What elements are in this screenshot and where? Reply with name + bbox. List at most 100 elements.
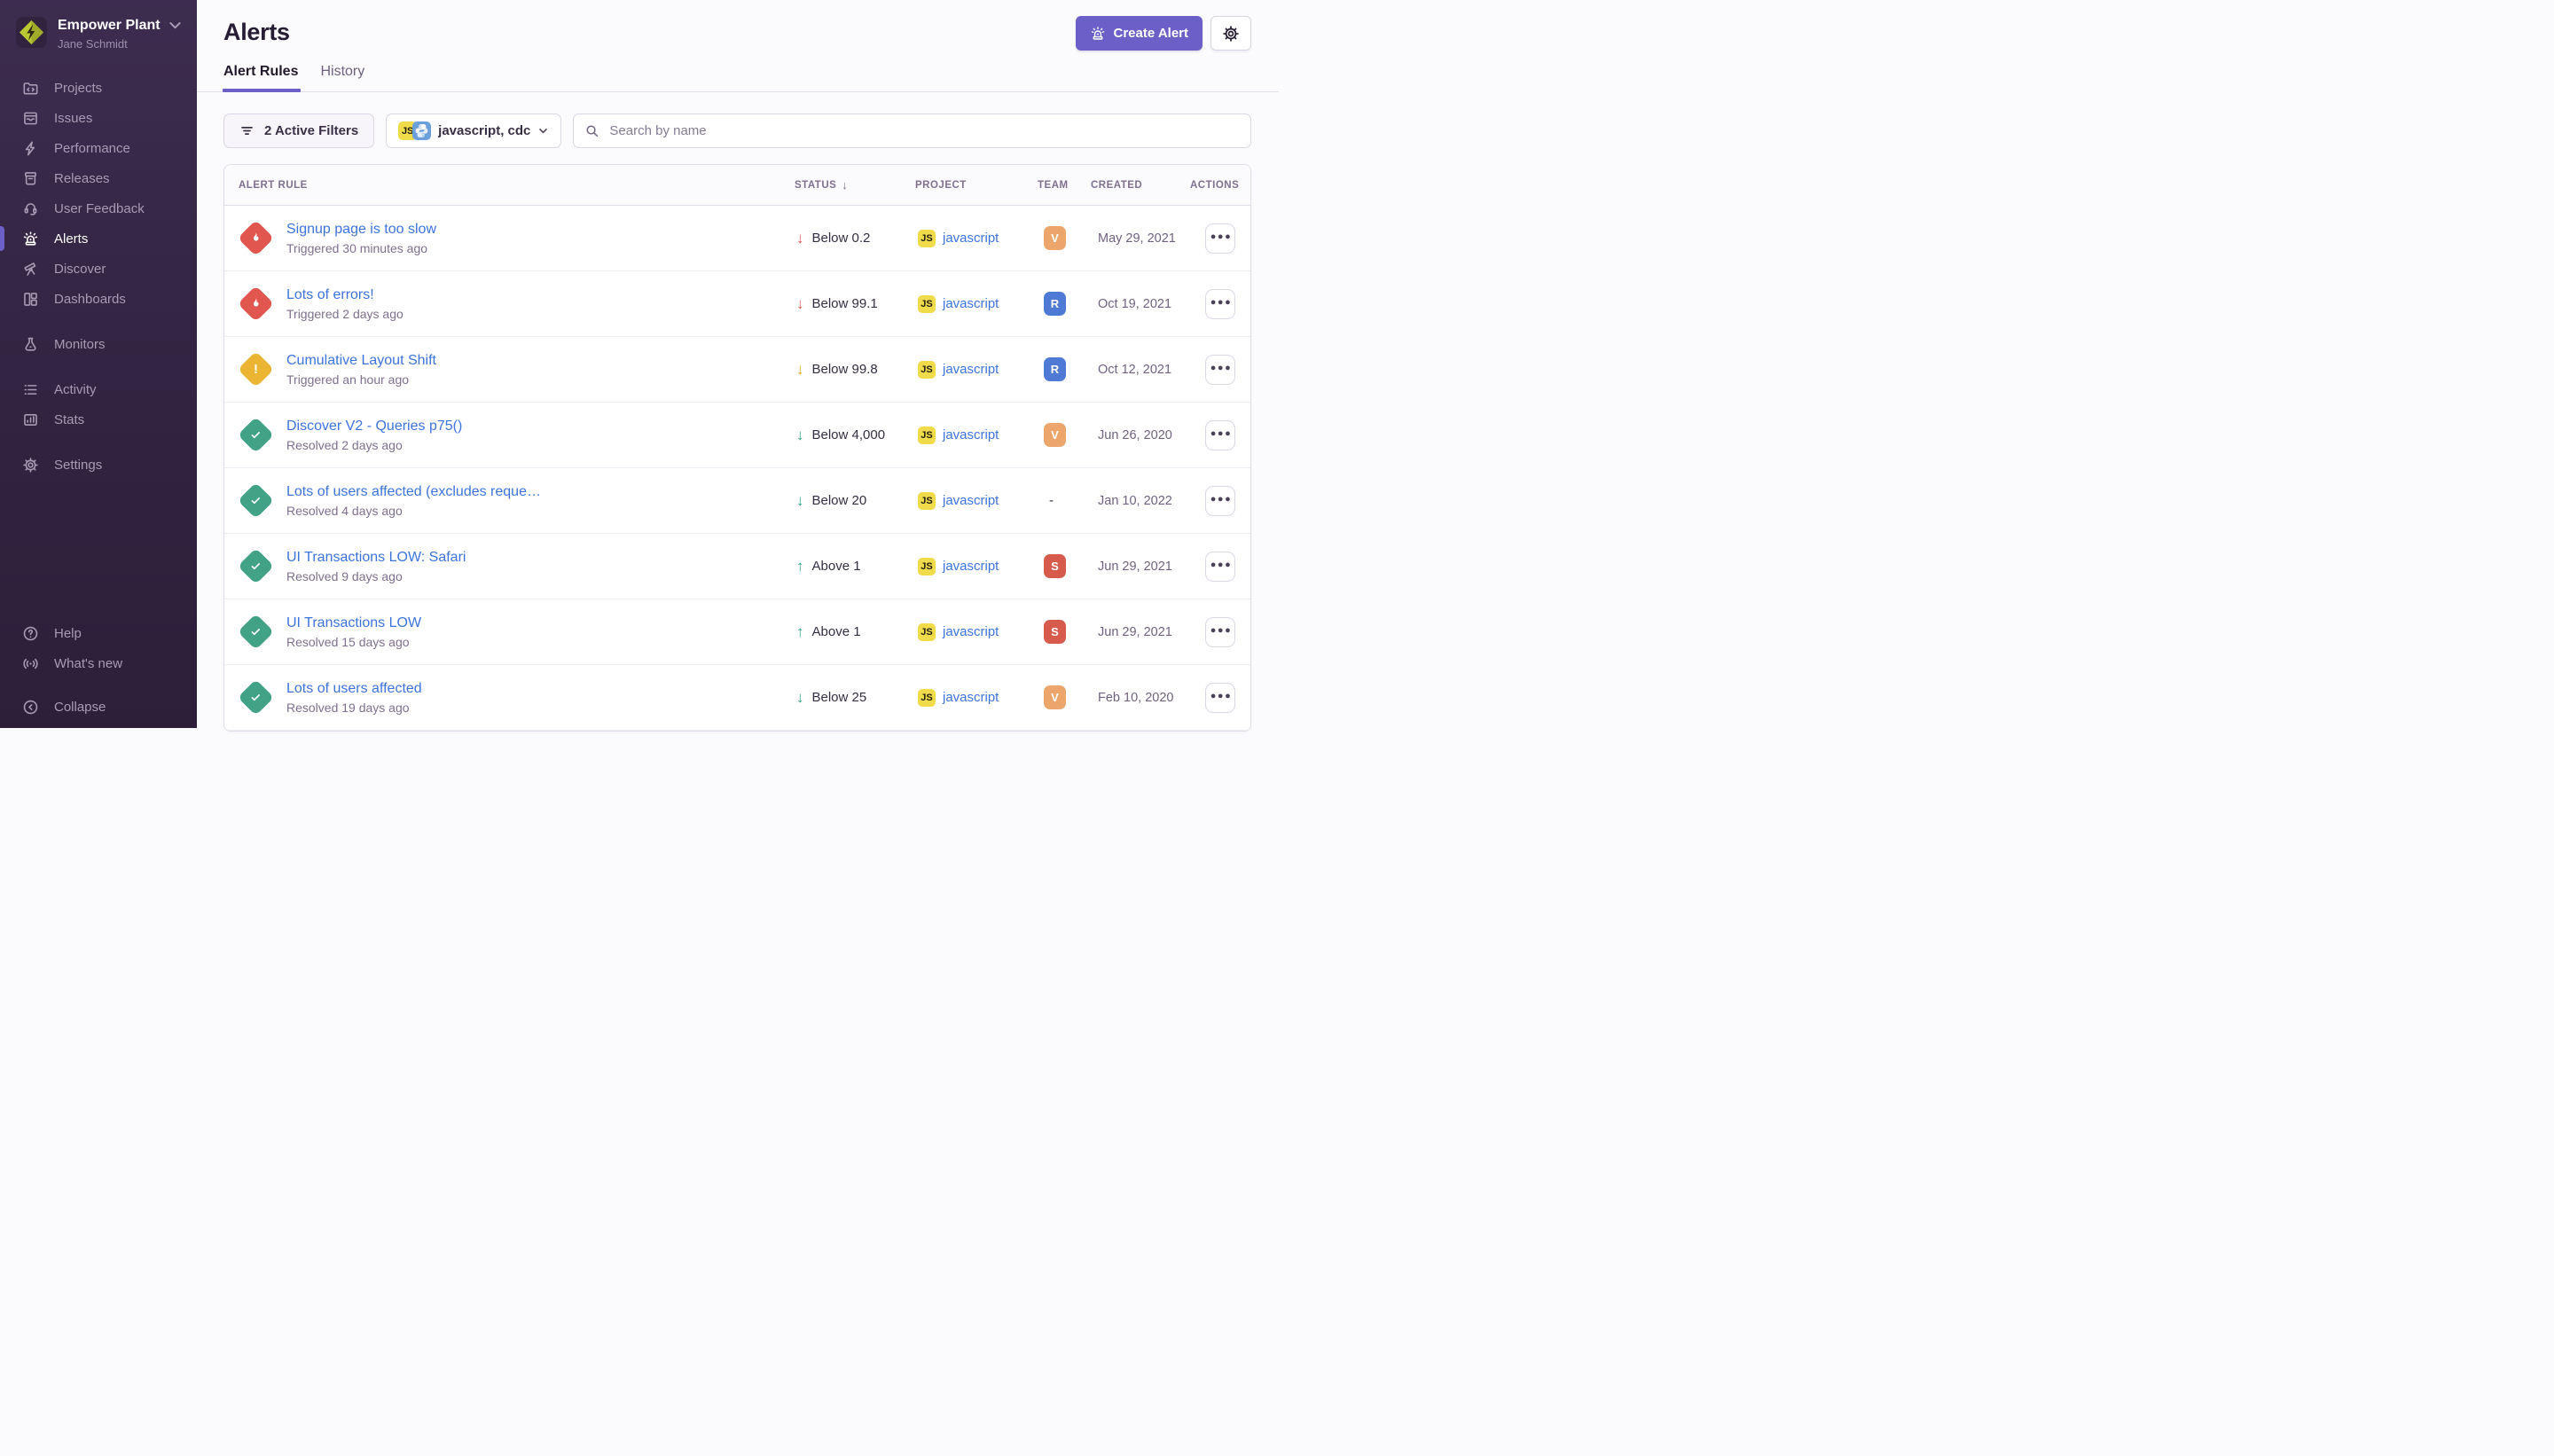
dashboards-icon [22, 291, 39, 308]
sidebar-item-performance[interactable]: Performance [0, 133, 197, 163]
alert-rule-link[interactable]: Lots of errors! [286, 287, 403, 303]
activity-icon [22, 381, 39, 398]
tabs: Alert Rules History [197, 64, 1279, 92]
sidebar-item-stats[interactable]: Stats [0, 404, 197, 434]
row-actions-button[interactable]: ●●● [1205, 486, 1235, 516]
created-cell: Feb 10, 2020 [1091, 691, 1190, 705]
sidebar-item-projects[interactable]: Projects [0, 73, 197, 103]
sidebar-item-collapse[interactable]: Collapse [0, 692, 197, 722]
status-threshold: Above 1 [812, 624, 861, 639]
row-actions-button[interactable]: ●●● [1205, 552, 1235, 582]
row-actions-button[interactable]: ●●● [1205, 420, 1235, 450]
status-threshold: Below 99.8 [812, 362, 878, 377]
alert-rule-text: Signup page is too slowTriggered 30 minu… [286, 222, 436, 255]
team-cell: S [1038, 554, 1091, 578]
project-cell: JSjavascript [915, 230, 1038, 247]
alert-rule-link[interactable]: Lots of users affected (excludes reque… [286, 484, 541, 500]
alert-rule-subtitle: Resolved 19 days ago [286, 701, 422, 715]
alert-rule-link[interactable]: UI Transactions LOW [286, 615, 421, 631]
project-filter-button[interactable]: JS javascript, cdc [386, 114, 561, 148]
alerts-settings-button[interactable] [1210, 16, 1251, 51]
sidebar-item-issues[interactable]: Issues [0, 103, 197, 133]
sidebar-item-alerts[interactable]: Alerts [0, 223, 197, 254]
javascript-logo-icon: JS [918, 361, 936, 379]
table-row: Lots of users affected Resolved 19 days a… [224, 665, 1250, 731]
team-cell: V [1038, 226, 1091, 250]
sidebar-item-whats-new[interactable]: What's new [0, 648, 197, 678]
alert-rule-cell: UI Transactions LOW: Safari Resolved 9 da… [224, 548, 795, 584]
javascript-logo-icon: JS [918, 558, 936, 575]
status-cell: ↑Above 1 [795, 624, 915, 639]
project-cell: JSjavascript [915, 492, 1038, 510]
alert-rule-cell: Lots of errors! Triggered 2 days ago [224, 286, 795, 322]
alert-rule-link[interactable]: Lots of users affected [286, 681, 422, 697]
alert-rule-link[interactable]: UI Transactions LOW: Safari [286, 550, 466, 566]
sidebar-item-releases[interactable]: Releases [0, 163, 197, 193]
sidebar-item-help[interactable]: Help [0, 618, 197, 648]
project-link[interactable]: javascript [943, 690, 999, 705]
alert-rule-subtitle: Triggered 2 days ago [286, 307, 403, 321]
project-link[interactable]: javascript [943, 624, 999, 639]
page-header: Alerts Create Alert [223, 0, 1251, 51]
alert-rule-link[interactable]: Discover V2 - Queries p75() [286, 419, 462, 434]
row-actions-button[interactable]: ●●● [1205, 355, 1235, 385]
sidebar-item-discover[interactable]: Discover [0, 254, 197, 284]
sidebar-item-label: Help [54, 626, 82, 641]
created-date: May 29, 2021 [1098, 231, 1176, 246]
sidebar-item-settings[interactable]: Settings [0, 450, 197, 480]
org-user: Jane Schmidt [58, 37, 184, 51]
sidebar-item-label: Monitors [54, 337, 106, 352]
sidebar-item-dashboards[interactable]: Dashboards [0, 284, 197, 314]
create-alert-button[interactable]: Create Alert [1076, 16, 1203, 51]
sidebar-item-activity[interactable]: Activity [0, 374, 197, 404]
alert-rule-cell: UI Transactions LOWResolved 15 days ago [224, 614, 795, 650]
row-actions-button[interactable]: ●●● [1205, 617, 1235, 647]
sidebar-item-label: What's new [54, 656, 122, 671]
status-cell: ↓Below 4,000 [795, 427, 915, 442]
sidebar-section: Settings [0, 450, 197, 480]
sidebar-item-monitors[interactable]: Monitors [0, 329, 197, 359]
table-header-row: Alert Rule Status↓ Project Team Created … [224, 165, 1250, 206]
search-input[interactable] [607, 122, 1240, 139]
actions-cell: ●●● [1190, 223, 1250, 254]
team-cell: R [1038, 292, 1091, 316]
created-date: Jun 29, 2021 [1098, 560, 1172, 574]
team-empty: - [1049, 493, 1054, 508]
filter-icon [239, 123, 255, 138]
warning-icon: ! [238, 351, 274, 387]
project-link[interactable]: javascript [943, 362, 999, 377]
sidebar-item-label: Activity [54, 382, 97, 397]
project-link[interactable]: javascript [943, 231, 999, 246]
sidebar: Empower Plant Jane Schmidt ProjectsIssue… [0, 0, 197, 728]
tab-alert-rules[interactable]: Alert Rules [223, 64, 298, 91]
row-actions-button[interactable]: ●●● [1205, 683, 1235, 713]
row-actions-button[interactable]: ●●● [1205, 223, 1235, 254]
project-link[interactable]: javascript [943, 296, 999, 311]
app-window: Empower Plant Jane Schmidt ProjectsIssue… [0, 0, 1277, 728]
sidebar-item-label: Alerts [54, 231, 88, 247]
alert-rule-link[interactable]: Cumulative Layout Shift [286, 353, 436, 369]
status-threshold: Below 0.2 [812, 231, 871, 246]
status-threshold: Below 20 [812, 493, 867, 508]
active-indicator [0, 226, 4, 251]
project-link[interactable]: javascript [943, 559, 999, 574]
tab-history[interactable]: History [320, 64, 364, 91]
table-row: Discover V2 - Queries p75()Resolved 2 da… [224, 403, 1250, 468]
sidebar-item-user-feedback[interactable]: User Feedback [0, 193, 197, 223]
resolved-icon [238, 417, 274, 453]
sidebar-section: Monitors [0, 329, 197, 359]
status-cell: ↓Below 25 [795, 690, 915, 705]
alert-rule-subtitle: Resolved 9 days ago [286, 569, 466, 583]
org-switcher[interactable]: Empower Plant Jane Schmidt [0, 0, 197, 51]
sidebar-item-label: Discover [54, 262, 106, 277]
alert-rule-link[interactable]: Signup page is too slow [286, 222, 436, 238]
active-filters-button[interactable]: 2 Active Filters [223, 114, 374, 148]
project-link[interactable]: javascript [943, 427, 999, 442]
status-cell: ↓Below 0.2 [795, 231, 915, 246]
row-actions-button[interactable]: ●●● [1205, 289, 1235, 319]
project-link[interactable]: javascript [943, 493, 999, 508]
project-cell: JSjavascript [915, 427, 1038, 444]
trend-down-icon: ↓ [796, 690, 804, 705]
col-header-status[interactable]: Status↓ [795, 178, 915, 192]
alert-rule-subtitle: Triggered an hour ago [286, 372, 436, 387]
